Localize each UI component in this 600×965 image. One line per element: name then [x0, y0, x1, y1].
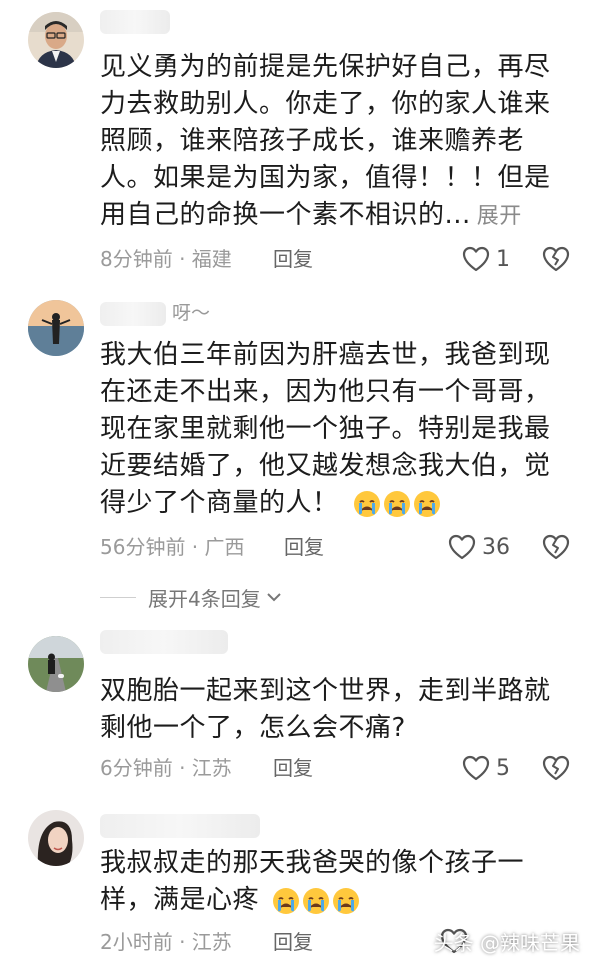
expand-link[interactable]: 展开	[477, 204, 522, 229]
comment-text: 双胞胎一起来到这个世界，走到半路就剩他一个了，怎么会不痛?	[100, 673, 570, 747]
crying-emoji-group	[345, 488, 444, 518]
like-button[interactable]: 36	[448, 532, 510, 562]
crying-emoji-icon	[384, 490, 411, 517]
timestamp-location: 6分钟前 · 江苏	[100, 756, 232, 780]
comment-meta: 8分钟前 · 福建 回复	[100, 244, 520, 274]
comment-body: 我大伯三年前因为肝癌去世，我爸到现在还走不出来，因为他只有一个哥哥，现在家里就剩…	[100, 340, 551, 518]
timestamp-location: 8分钟前 · 福建	[100, 247, 232, 271]
blurred-username	[100, 301, 166, 326]
crying-emoji-icon	[354, 490, 381, 517]
crying-emoji-icon	[302, 887, 329, 914]
divider-line	[100, 596, 136, 598]
like-count: 1	[496, 246, 510, 272]
username[interactable]	[100, 8, 170, 34]
like-count: 5	[496, 755, 510, 781]
timestamp-location: 2小时前 · 江苏	[100, 930, 232, 954]
comment-text: 见义勇为的前提是先保护好自己，再尽力去救助别人。你走了，你的家人谁来照顾，谁来陪…	[100, 49, 570, 235]
expand-replies-button[interactable]: 展开4条回复	[100, 582, 283, 612]
blurred-username	[100, 813, 260, 838]
heart-icon	[448, 534, 476, 560]
dislike-button[interactable]	[542, 753, 570, 783]
user-avatar[interactable]	[28, 810, 84, 866]
broken-heart-icon	[542, 534, 570, 560]
user-avatar[interactable]	[28, 636, 84, 692]
comment-meta: 2小时前 · 江苏 回复	[100, 927, 400, 957]
reply-button[interactable]: 回复	[284, 532, 324, 562]
expand-replies-label: 展开4条回复	[148, 586, 261, 611]
comment-meta: 6分钟前 · 江苏 回复	[100, 753, 520, 783]
chevron-down-icon	[267, 593, 281, 602]
crying-emoji-icon	[272, 887, 299, 914]
comment-body: 双胞胎一起来到这个世界，走到半路就剩他一个了，怎么会不痛?	[100, 676, 551, 743]
blurred-username	[100, 9, 170, 34]
broken-heart-icon	[542, 755, 570, 781]
watermark: 头条 @辣味芒果	[433, 931, 580, 955]
like-count: 36	[482, 534, 510, 560]
reply-button[interactable]: 回复	[273, 927, 313, 957]
comment-text: 我叔叔走的那天我爸哭的像个孩子一样，满是心疼	[100, 845, 570, 919]
crying-emoji-icon	[414, 490, 441, 517]
crying-emoji-group	[263, 885, 362, 915]
broken-heart-icon	[542, 246, 570, 272]
user-avatar[interactable]	[28, 300, 84, 356]
dislike-button[interactable]	[542, 244, 570, 274]
reply-button[interactable]: 回复	[273, 244, 313, 274]
heart-icon	[462, 246, 490, 272]
like-button[interactable]: 5	[462, 753, 510, 783]
dislike-button[interactable]	[542, 532, 570, 562]
reply-button[interactable]: 回复	[273, 753, 313, 783]
comment-text: 我大伯三年前因为肝癌去世，我爸到现在还走不出来，因为他只有一个哥哥，现在家里就剩…	[100, 337, 570, 522]
like-button[interactable]: 1	[462, 244, 510, 274]
username[interactable]	[100, 628, 228, 654]
heart-icon	[462, 755, 490, 781]
user-avatar[interactable]	[28, 12, 84, 68]
username[interactable]: 呀～	[100, 300, 210, 326]
timestamp-location: 56分钟前 · 广西	[100, 535, 245, 559]
crying-emoji-icon	[332, 887, 359, 914]
username[interactable]	[100, 812, 260, 838]
blurred-username	[100, 629, 228, 654]
